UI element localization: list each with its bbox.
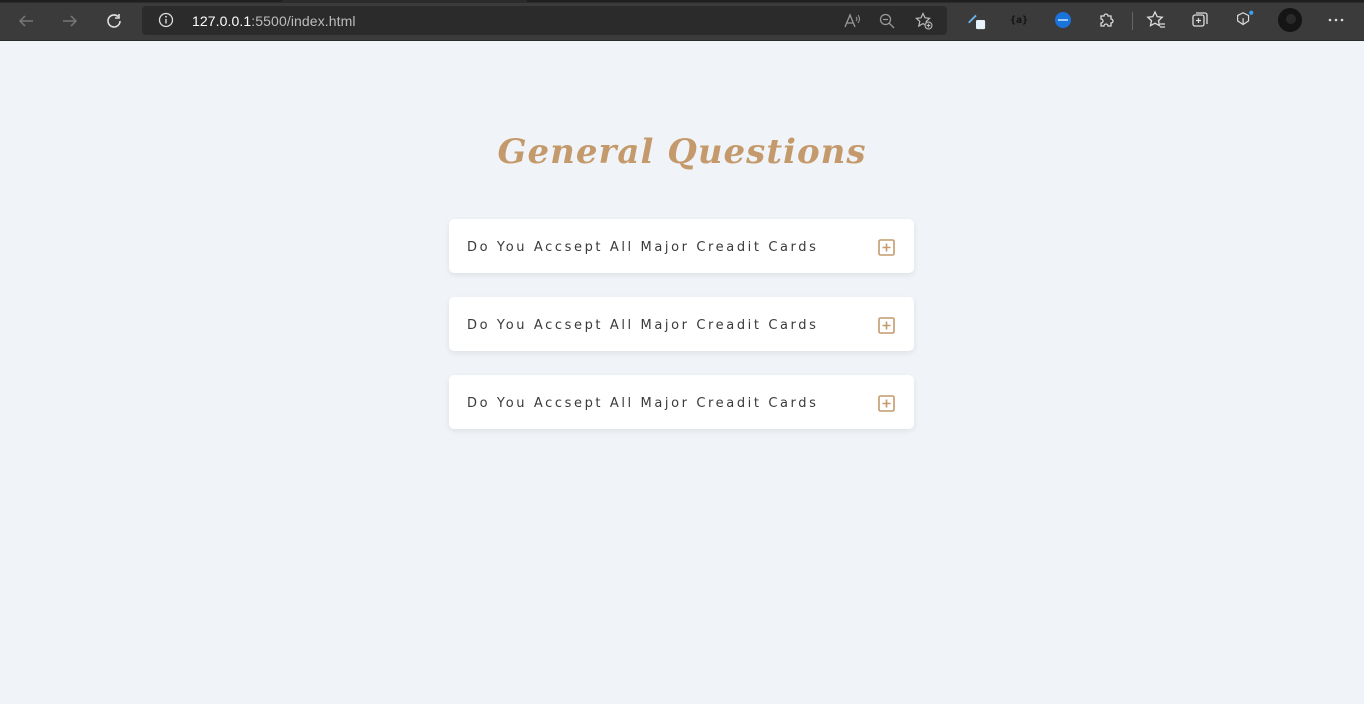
faq-question: Do You Accsept All Major Creadit Cards <box>467 240 819 255</box>
faq-item[interactable]: Do You Accsept All Major Creadit Cards <box>449 297 914 351</box>
plus-square-icon <box>878 317 895 334</box>
extension-json-button[interactable] <box>1053 10 1073 30</box>
forward-button[interactable] <box>57 8 83 34</box>
info-icon <box>158 12 174 28</box>
favorites-icon <box>1146 10 1165 28</box>
url-host: 127.0.0.1 <box>192 13 252 29</box>
address-bar[interactable]: 127.0.0.1:5500/index.html <box>142 6 947 35</box>
extension-braces-icon: {a} <box>1009 14 1029 26</box>
collections-icon <box>1192 12 1208 27</box>
profile-avatar <box>1278 8 1302 32</box>
plus-square-icon <box>878 239 895 256</box>
plus-square-icon <box>878 395 895 412</box>
forward-icon <box>63 15 78 27</box>
faq-question: Do You Accsept All Major Creadit Cards <box>467 396 819 411</box>
favorites-button[interactable] <box>1146 10 1166 30</box>
faq-item[interactable]: Do You Accsept All Major Creadit Cards <box>449 375 914 429</box>
read-aloud-icon <box>844 13 860 28</box>
more-menu-button[interactable] <box>1326 10 1346 30</box>
zoom-out-button[interactable] <box>878 12 896 30</box>
faq-item[interactable]: Do You Accsept All Major Creadit Cards <box>449 219 914 273</box>
zoom-out-icon <box>879 13 895 29</box>
faq-question: Do You Accsept All Major Creadit Cards <box>467 318 819 333</box>
read-aloud-button[interactable] <box>843 12 861 30</box>
extension-braces-button[interactable]: {a} <box>1009 10 1029 30</box>
add-favorite-button[interactable] <box>915 12 933 30</box>
url-path: :5500/index.html <box>251 13 356 29</box>
tab-strip-edge <box>0 0 1364 3</box>
browser-essentials-icon <box>1237 10 1254 26</box>
add-favorite-icon <box>915 12 933 30</box>
extensions-button[interactable] <box>1097 10 1117 30</box>
url-text[interactable]: 127.0.0.1:5500/index.html <box>192 13 356 29</box>
extensions-icon <box>1100 13 1114 27</box>
refresh-icon <box>107 14 121 28</box>
faq-list: Do You Accsept All Major Creadit Cards D… <box>449 219 914 453</box>
toolbar-separator <box>1132 12 1133 30</box>
profile-button[interactable] <box>1278 8 1302 32</box>
extension-pen-button[interactable] <box>966 10 986 30</box>
expand-toggle-button[interactable] <box>878 317 895 334</box>
browser-toolbar: 127.0.0.1:5500/index.html {a} <box>0 0 1364 41</box>
collections-button[interactable] <box>1190 10 1210 30</box>
more-menu-icon <box>1328 18 1344 22</box>
expand-toggle-button[interactable] <box>878 239 895 256</box>
extension-json-icon <box>1055 12 1071 28</box>
browser-essentials-button[interactable] <box>1234 10 1254 30</box>
expand-toggle-button[interactable] <box>878 395 895 412</box>
extension-pen-icon <box>968 14 986 30</box>
back-button[interactable] <box>13 8 39 34</box>
back-icon <box>18 15 33 27</box>
page-title: General Questions <box>497 132 867 172</box>
site-info-button[interactable] <box>158 12 174 33</box>
refresh-button[interactable] <box>101 8 127 34</box>
